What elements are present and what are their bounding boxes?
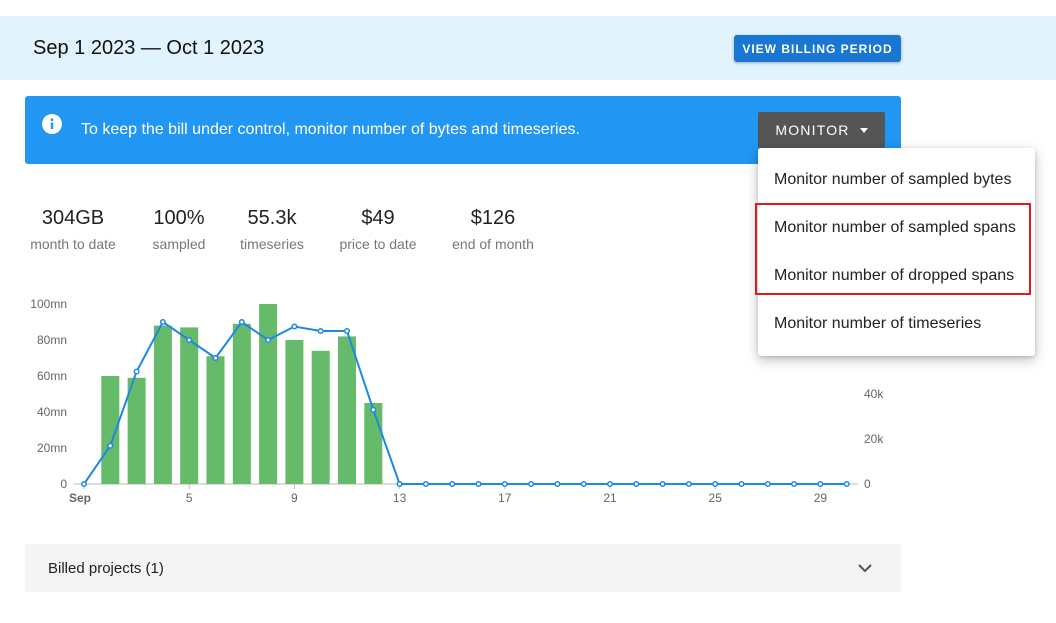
line-point [606,480,614,488]
stat-label: end of month [452,236,534,252]
y-right-tick-label: 40k [864,387,884,401]
line-point [133,368,140,375]
menu-item-dropped-spans[interactable]: Monitor number of dropped spans [758,252,1035,300]
line-point [659,480,666,488]
stat-value: $49 [361,207,395,229]
line-point [633,480,640,488]
chart-bar [206,356,225,484]
line-point [317,327,324,335]
line-point [159,318,166,326]
line-point [764,480,771,488]
stat-label: timeseries [240,236,304,252]
line-point [186,336,193,344]
x-tick-label: 13 [393,491,407,505]
line-point [238,318,245,326]
stat-label: price to date [339,236,417,252]
line-point [343,327,351,335]
stat-end-of-month: $126 end of month [443,207,543,252]
info-icon [42,114,62,134]
y-right-tick-label: 20k [864,432,884,446]
chart-bar [232,323,251,484]
menu-item-sampled-spans[interactable]: Monitor number of sampled spans [758,204,1035,252]
chart-bar [180,327,199,484]
line-point [396,480,403,488]
menu-item-sampled-bytes[interactable]: Monitor number of sampled bytes [758,156,1035,204]
line-point [212,354,219,362]
stat-value: 55.3k [247,207,297,229]
stat-value: $126 [470,207,516,229]
line-point [738,480,745,488]
x-tick-label: 21 [603,491,617,505]
billing-period: Sep 1 2023 — Oct 1 2023 [33,37,265,59]
billing-header: Sep 1 2023 — Oct 1 2023 VIEW BILLING PER… [0,16,1056,80]
line-point [265,336,272,344]
x-tick-label: 29 [814,491,828,505]
y-left-tick-label: 80mn [37,333,67,347]
x-tick-label: Sep [69,491,91,505]
chart-bar [153,325,172,484]
stat-label: month to date [30,236,116,252]
x-tick-label: 9 [291,491,298,505]
x-tick-label: 17 [498,491,512,505]
monitor-button-label: MONITOR [775,122,850,138]
line-point [370,406,377,413]
line-point [449,480,456,488]
y-left-tick-label: 60mn [37,369,67,383]
banner-message: To keep the bill under control, monitor … [81,121,580,138]
line-point [291,323,298,330]
chart-bar [338,336,356,484]
chart-bar [259,304,278,484]
line-point [580,480,587,488]
stat-sampled: 100% sampled [139,207,219,252]
line-point [501,480,508,488]
line-point [843,480,850,488]
menu-item-timeseries[interactable]: Monitor number of timeseries [758,300,1035,348]
line-point [791,480,798,488]
y-left-tick-label: 100mn [30,297,67,311]
line-point [107,442,114,449]
chart-bar [311,350,330,484]
stat-timeseries: 55.3k timeseries [232,207,312,252]
chart-bar [364,403,383,484]
line-point [554,480,561,488]
y-left-tick-label: 20mn [37,441,67,455]
view-billing-period-button[interactable]: VIEW BILLING PERIOD [734,35,901,62]
y-left-tick-label: 40mn [37,405,67,419]
monitor-dropdown-button[interactable]: MONITOR [758,112,885,148]
x-tick-label: 25 [709,491,723,505]
line-point [712,480,719,488]
chart-bar [127,377,146,484]
stat-month-to-date: 304GB month to date [23,207,123,252]
billed-projects-label: Billed projects (1) [48,560,164,577]
y-right-tick-label: 0 [864,477,871,491]
y-left-tick-label: 0 [60,477,67,491]
line-point [475,480,482,488]
stat-label: sampled [152,236,206,252]
chevron-down-icon[interactable] [855,558,875,578]
monitor-menu: Monitor number of sampled bytes Monitor … [758,148,1035,356]
series-line [83,320,847,485]
stat-value: 100% [153,207,205,229]
x-tick-label: 5 [186,491,193,505]
stat-price-to-date: $49 price to date [333,207,423,252]
caret-down-icon [859,127,868,133]
chart-bar [285,340,304,484]
billed-projects-accordion[interactable]: Billed projects (1) [25,544,901,592]
line-point [422,480,429,488]
line-point [528,480,535,488]
line-point [817,480,824,488]
line-point [685,480,692,488]
stat-value: 304GB [41,207,105,229]
line-point [80,480,88,488]
